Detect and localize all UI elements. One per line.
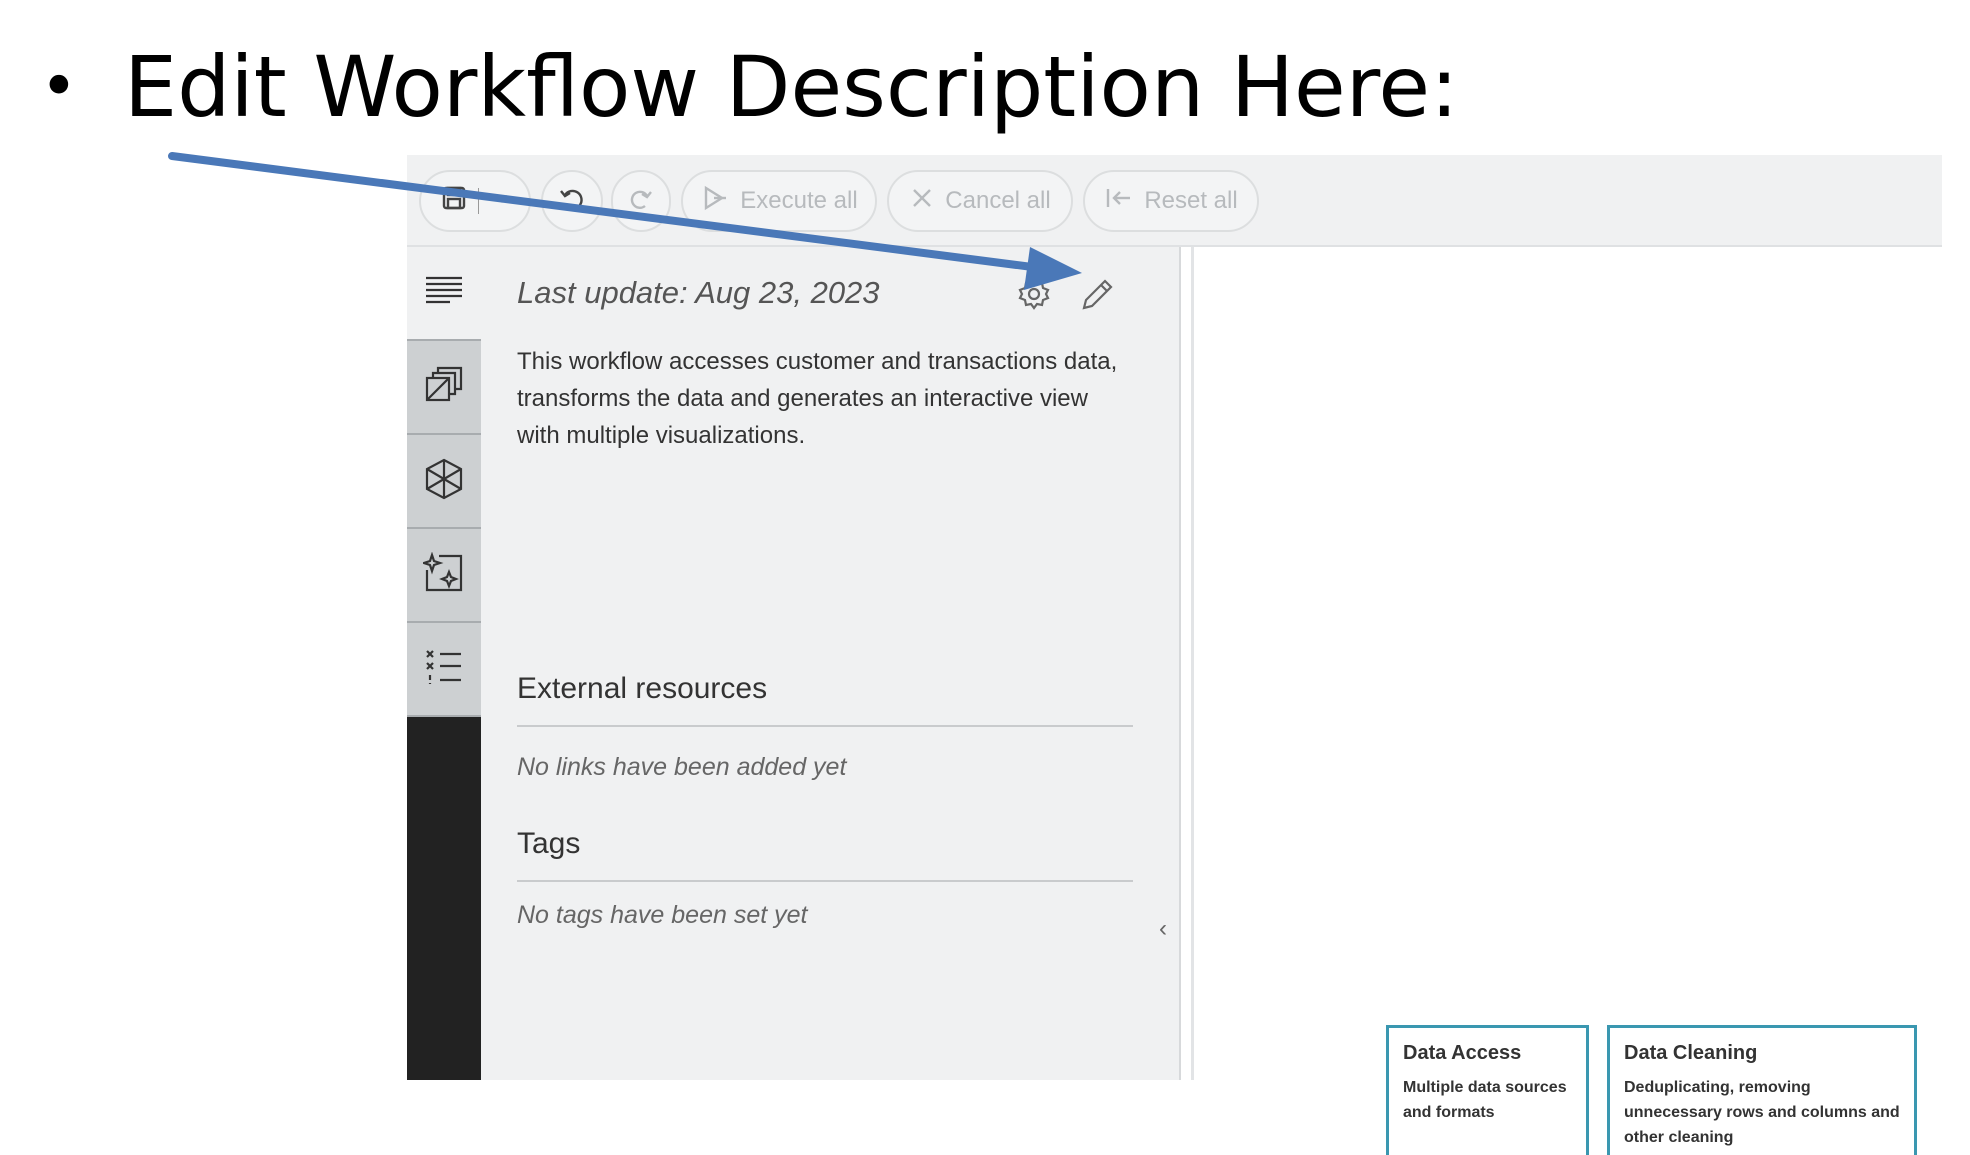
ai-assistant-icon [420, 551, 465, 599]
reset-all-button[interactable]: Reset all [1083, 170, 1259, 232]
execute-all-button[interactable]: Execute all [681, 170, 877, 232]
no-tags-note: No tags have been set yet [517, 901, 808, 929]
card-description: Deduplicating, removing unnecessary rows… [1624, 1079, 1900, 1146]
rail-item-ai-assistant[interactable] [407, 529, 481, 623]
no-links-note: No links have been added yet [517, 753, 847, 781]
cancel-icon [909, 185, 935, 218]
tags-title: Tags [517, 827, 581, 860]
workflow-monitor-icon [424, 647, 464, 692]
execute-all-label: Execute all [740, 187, 858, 214]
cancel-all-button[interactable]: Cancel all [887, 170, 1073, 232]
rail-item-node-repository[interactable] [407, 435, 481, 529]
slide-heading: • Edit Workflow Description Here: [40, 32, 1458, 142]
space-explorer-icon [424, 365, 464, 410]
reset-all-label: Reset all [1144, 187, 1238, 214]
card-title: Data Access [1403, 1042, 1522, 1064]
save-icon [440, 184, 468, 219]
toolbar: Execute all Cancel all Reset all [407, 155, 1942, 247]
workflow-description[interactable]: This workflow accesses customer and tran… [517, 343, 1137, 454]
rail-item-description[interactable] [407, 247, 481, 341]
section-divider [517, 725, 1133, 727]
gear-icon[interactable] [1017, 277, 1051, 316]
collapse-panel-button[interactable]: ‹ [1159, 915, 1167, 943]
execute-all-icon [700, 184, 730, 219]
pencil-icon[interactable] [1079, 277, 1115, 318]
side-rail [407, 247, 481, 1080]
card-description: Multiple data sources and formats [1403, 1079, 1567, 1121]
redo-button[interactable] [611, 170, 671, 232]
bullet: • [40, 50, 78, 124]
undo-button[interactable] [541, 170, 603, 232]
slide-heading-text: Edit Workflow Description Here: [124, 38, 1459, 136]
reset-icon [1104, 185, 1134, 218]
panel-splitter[interactable] [1191, 247, 1194, 1080]
last-update-label: Last update: Aug 23, 2023 [517, 275, 880, 310]
description-icon [424, 273, 464, 314]
external-resources-title: External resources [517, 672, 768, 705]
section-divider [517, 880, 1133, 882]
cancel-all-label: Cancel all [945, 187, 1051, 214]
workflow-annotation-data-cleaning[interactable]: Data Cleaning Deduplicating, removing un… [1607, 1025, 1917, 1155]
undo-icon [557, 183, 587, 220]
node-repository-icon [424, 457, 464, 506]
save-button[interactable] [419, 170, 531, 232]
card-title: Data Cleaning [1624, 1042, 1758, 1064]
rail-item-space-explorer[interactable] [407, 341, 481, 435]
redo-icon [627, 184, 655, 219]
app-window: Execute all Cancel all Reset all Last up… [407, 155, 1942, 1155]
description-panel: Last update: Aug 23, 2023 This workflow … [481, 247, 1181, 1080]
rail-item-workflow-monitor[interactable] [407, 623, 481, 717]
chevron-down-icon[interactable] [493, 187, 511, 215]
workflow-annotation-data-access[interactable]: Data Access Multiple data sources and fo… [1386, 1025, 1589, 1155]
